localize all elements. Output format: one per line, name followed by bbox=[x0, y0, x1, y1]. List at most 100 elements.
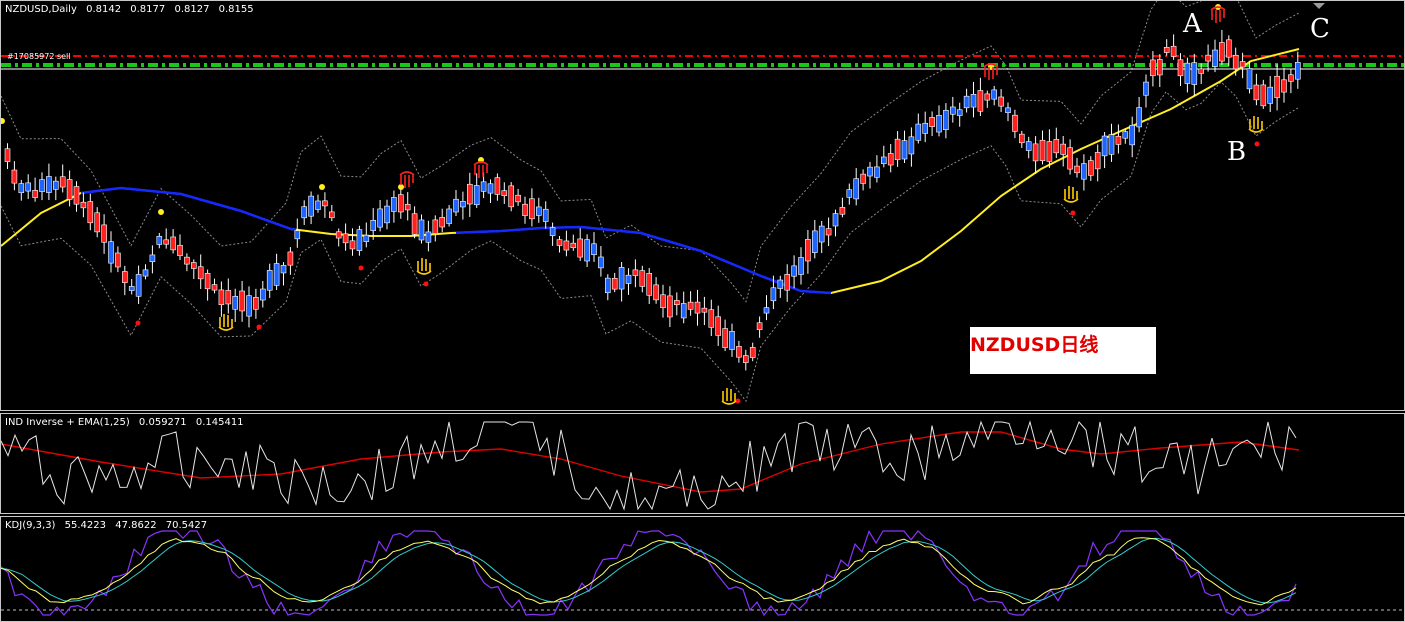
moving-average-down-segment bbox=[455, 226, 547, 235]
candle-body bbox=[874, 166, 880, 178]
candle-body bbox=[1191, 62, 1198, 85]
candle-body bbox=[694, 301, 701, 314]
candle-body bbox=[867, 166, 873, 177]
kdj-panel[interactable]: KDJ(9,3,3) 55.4223 47.8622 70.5427 bbox=[0, 516, 1405, 622]
candle-body bbox=[135, 274, 142, 297]
candle-body bbox=[584, 239, 590, 262]
candle-body bbox=[577, 238, 584, 258]
candle-body bbox=[963, 95, 970, 109]
candle-body bbox=[943, 109, 949, 130]
candle-body bbox=[839, 207, 846, 215]
candle-body bbox=[342, 233, 349, 244]
candle-body bbox=[715, 316, 722, 336]
candle-body bbox=[591, 243, 597, 256]
candle-body bbox=[1074, 165, 1080, 174]
kdj-canvas[interactable] bbox=[1, 517, 1405, 622]
candle-body bbox=[846, 189, 853, 198]
candle-body bbox=[915, 123, 922, 141]
candle-body bbox=[439, 217, 446, 228]
candle-body bbox=[1219, 42, 1225, 62]
candle-body bbox=[108, 241, 114, 264]
candle-body bbox=[1226, 39, 1232, 58]
candle-body bbox=[1101, 135, 1108, 157]
candle-body bbox=[1163, 46, 1170, 53]
candle-body bbox=[1025, 141, 1032, 151]
candle-body bbox=[1088, 160, 1094, 176]
candle-body bbox=[949, 106, 956, 115]
swing-low-dot bbox=[135, 320, 141, 326]
candle-body bbox=[887, 153, 894, 166]
candle-body bbox=[1253, 84, 1260, 101]
candle-body bbox=[1122, 131, 1129, 139]
candle-body bbox=[52, 180, 59, 190]
candle-body bbox=[101, 224, 107, 243]
candle-body bbox=[370, 219, 377, 231]
candle-body bbox=[39, 179, 45, 192]
candle-body bbox=[1150, 59, 1156, 77]
candle-body bbox=[625, 274, 632, 284]
candle-body bbox=[377, 208, 383, 228]
candle-body bbox=[660, 294, 666, 308]
label-c: C bbox=[1310, 14, 1330, 44]
kdj-d-line bbox=[1, 537, 1297, 604]
candle-body bbox=[259, 288, 266, 301]
candle-body bbox=[763, 307, 770, 314]
candle-body bbox=[508, 185, 515, 208]
candle-body bbox=[328, 211, 335, 219]
candle-body bbox=[811, 230, 818, 253]
hand-buy-icon bbox=[1248, 116, 1264, 133]
swing-low-dot bbox=[1254, 141, 1260, 147]
candle-body bbox=[1143, 81, 1149, 96]
candle-body bbox=[1205, 54, 1211, 62]
candle-body bbox=[170, 236, 176, 251]
inverse-indicator-value-2: 0.145411 bbox=[195, 417, 244, 428]
candle-body bbox=[563, 240, 570, 251]
candle-body bbox=[1267, 86, 1273, 104]
candle-body bbox=[1115, 135, 1122, 145]
inverse-indicator-value-1: 0.059271 bbox=[138, 417, 187, 428]
candle-body bbox=[604, 277, 611, 294]
price-chart-canvas[interactable] bbox=[1, 1, 1405, 411]
candle-body bbox=[204, 272, 211, 290]
candle-body bbox=[501, 190, 508, 196]
hand-buy-icon bbox=[416, 258, 432, 275]
price-chart-panel[interactable]: NZDUSD,Daily 0.8142 0.8177 0.8127 0.8155… bbox=[0, 0, 1405, 411]
inverse-indicator-header: IND Inverse + EMA(1,25) 0.059271 0.14541… bbox=[5, 417, 250, 428]
ohlc-close: 0.8155 bbox=[218, 4, 254, 15]
swing-low-dot bbox=[423, 281, 429, 287]
candle-body bbox=[87, 201, 94, 224]
candle-body bbox=[922, 122, 929, 134]
candle-body bbox=[667, 295, 673, 318]
ohlc-open: 0.8142 bbox=[86, 4, 122, 15]
candle-body bbox=[149, 254, 156, 263]
inverse-indicator-panel[interactable]: IND Inverse + EMA(1,25) 0.059271 0.14541… bbox=[0, 413, 1405, 514]
candle-body bbox=[549, 227, 556, 236]
candle-body bbox=[556, 239, 563, 246]
candle-body bbox=[363, 234, 370, 242]
candle-body bbox=[687, 301, 694, 310]
candle-body bbox=[598, 256, 604, 269]
chart-shift-icon bbox=[1313, 3, 1325, 9]
candle-body bbox=[832, 213, 839, 227]
swing-low-dot bbox=[1070, 210, 1076, 216]
candle-body bbox=[184, 256, 190, 265]
chart-symbol: NZDUSD,Daily bbox=[5, 4, 77, 15]
inverse-indicator-canvas[interactable] bbox=[1, 414, 1405, 514]
ohlc-low: 0.8127 bbox=[174, 4, 210, 15]
candle-body bbox=[611, 277, 618, 290]
moving-average-line bbox=[1, 48, 1300, 295]
candle-body bbox=[701, 307, 708, 313]
candle-body bbox=[225, 290, 232, 305]
candle-body bbox=[1039, 139, 1046, 162]
candle-body bbox=[1239, 61, 1246, 68]
candle-body bbox=[770, 287, 777, 302]
label-a: A bbox=[1183, 9, 1202, 39]
candle-body bbox=[639, 270, 646, 287]
ema-line bbox=[1, 431, 1300, 493]
candle-body bbox=[446, 208, 452, 224]
candle-body bbox=[1212, 49, 1218, 67]
kdj-header: KDJ(9,3,3) 55.4223 47.8622 70.5427 bbox=[5, 520, 213, 531]
candle-body bbox=[1067, 147, 1073, 170]
candle-body bbox=[798, 257, 804, 275]
candle-body bbox=[80, 201, 87, 209]
